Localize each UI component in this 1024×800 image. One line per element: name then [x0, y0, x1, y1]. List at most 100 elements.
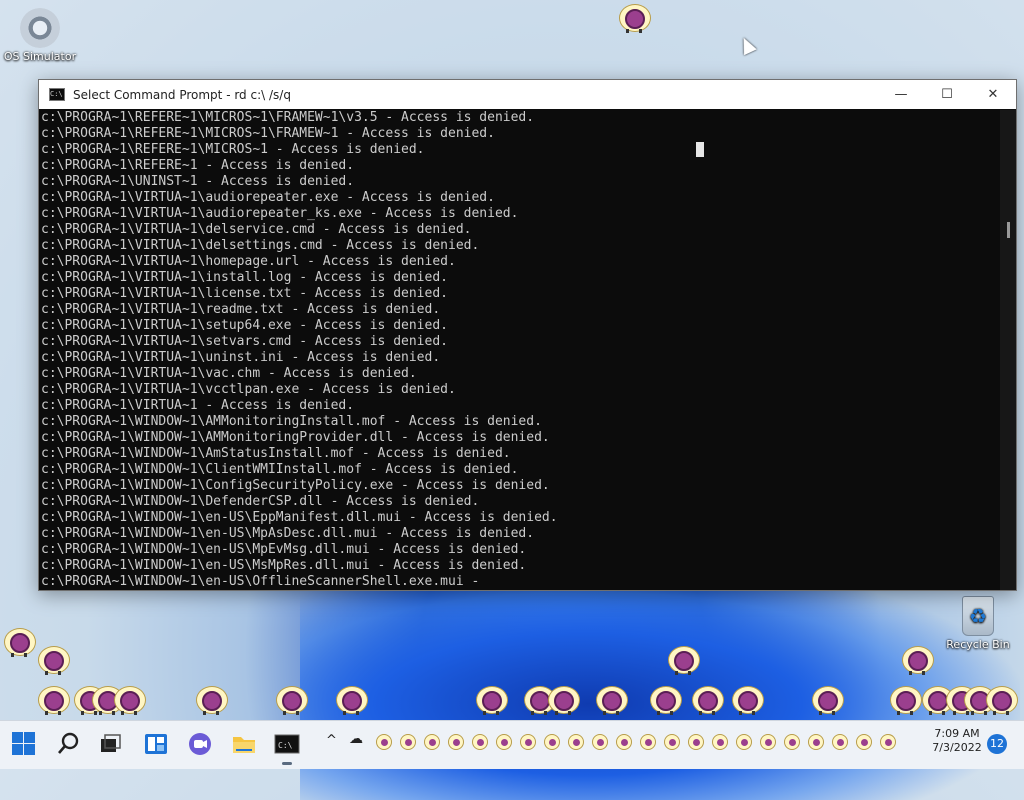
sheep-sprite	[474, 682, 508, 716]
sheep-sprite	[888, 682, 922, 716]
console-line: c:\PROGRA~1\VIRTUA~1\audiorepeater.exe -…	[41, 190, 495, 205]
sheep-sprite	[648, 682, 682, 716]
sheep-tray-icon[interactable]	[448, 734, 464, 750]
start-icon[interactable]	[11, 731, 37, 757]
sheep-tray-icon[interactable]	[376, 734, 392, 750]
console-line: c:\PROGRA~1\REFERE~1\MICROS~1\FRAMEW~1 -…	[41, 126, 495, 141]
console-line: c:\PROGRA~1\VIRTUA~1\audiorepeater_ks.ex…	[41, 206, 519, 221]
sheep-tray-icon[interactable]	[496, 734, 512, 750]
desktop-icon-label: OS Simulator	[3, 50, 77, 63]
console-line: c:\PROGRA~1\UNINST~1 - Access is denied.	[41, 174, 355, 189]
console-line: c:\PROGRA~1\WINDOW~1\en-US\MsMpRes.dll.m…	[41, 558, 527, 573]
console-line: c:\PROGRA~1\WINDOW~1\en-US\OfflineScanne…	[41, 574, 480, 589]
command-prompt-taskbar-button[interactable]: C:\	[274, 731, 300, 765]
sheep-tray-icon[interactable]	[544, 734, 560, 750]
console-line: c:\PROGRA~1\VIRTUA~1 - Access is denied.	[41, 398, 355, 413]
sheep-sprite	[617, 0, 651, 34]
console-line: c:\PROGRA~1\WINDOW~1\AmStatusInstall.mof…	[41, 446, 511, 461]
sheep-tray-icon[interactable]	[472, 734, 488, 750]
console-line: c:\PROGRA~1\REFERE~1\MICROS~1\FRAMEW~1\v…	[41, 110, 535, 125]
console-line: c:\PROGRA~1\VIRTUA~1\setup64.exe - Acces…	[41, 318, 448, 333]
recycle-bin-icon: ♻	[962, 596, 994, 636]
sheep-tray-icon[interactable]	[808, 734, 824, 750]
console-output[interactable]: c:\PROGRA~1\REFERE~1\MICROS~1\FRAMEW~1\v…	[39, 110, 1000, 590]
sheep-sprite	[810, 682, 844, 716]
window-titlebar[interactable]: C:\ Select Command Prompt - rd c:\ /s/q …	[39, 80, 1016, 109]
console-line: c:\PROGRA~1\REFERE~1\MICROS~1 - Access i…	[41, 142, 425, 157]
desktop-icon-recycle-bin[interactable]: ♻ Recycle Bin	[940, 596, 1016, 651]
sheep-sprite	[112, 682, 146, 716]
sheep-tray-icon[interactable]	[712, 734, 728, 750]
scrollbar-thumb[interactable]	[1007, 222, 1010, 238]
sheep-tray-icon[interactable]	[568, 734, 584, 750]
sheep-tray-icon[interactable]	[664, 734, 680, 750]
chat-icon[interactable]	[187, 731, 213, 757]
sheep-sprite	[334, 682, 368, 716]
console-line: c:\PROGRA~1\WINDOW~1\en-US\MpAsDesc.dll.…	[41, 526, 535, 541]
sheep-tray-icon[interactable]	[856, 734, 872, 750]
console-line: c:\PROGRA~1\VIRTUA~1\uninst.ini - Access…	[41, 350, 441, 365]
console-line: c:\PROGRA~1\WINDOW~1\ClientWMIInstall.mo…	[41, 462, 519, 477]
console-line: c:\PROGRA~1\WINDOW~1\DefenderCSP.dll - A…	[41, 494, 480, 509]
console-line: c:\PROGRA~1\VIRTUA~1\homepage.url - Acce…	[41, 254, 456, 269]
desktop-icon-label: Recycle Bin	[946, 638, 1010, 651]
sheep-sprite	[690, 682, 724, 716]
sheep-sprite	[594, 682, 628, 716]
vertical-scrollbar[interactable]	[1000, 110, 1016, 590]
task-view-icon[interactable]	[97, 731, 123, 757]
sheep-sprite	[36, 642, 70, 676]
sheep-tray-icon[interactable]	[424, 734, 440, 750]
svg-text:C:\: C:\	[278, 741, 293, 750]
sheep-sprite	[984, 682, 1018, 716]
console-line: c:\PROGRA~1\VIRTUA~1\install.log - Acces…	[41, 270, 448, 285]
sheep-tray-icon[interactable]	[640, 734, 656, 750]
sheep-sprite	[900, 642, 934, 676]
sheep-tray-icon[interactable]	[880, 734, 896, 750]
console-line: c:\PROGRA~1\VIRTUA~1\setvars.cmd - Acces…	[41, 334, 448, 349]
sheep-tray-icon[interactable]	[592, 734, 608, 750]
minimize-button[interactable]: —	[878, 80, 924, 109]
console-line: c:\PROGRA~1\WINDOW~1\en-US\EppManifest.d…	[41, 510, 558, 525]
file-explorer-icon[interactable]	[231, 731, 257, 757]
desktop-icon-os-simulator[interactable]: OS Simulator	[2, 8, 78, 63]
maximize-button[interactable]: ☐	[924, 80, 970, 109]
sheep-sprite	[2, 624, 36, 658]
onedrive-icon[interactable]: ☁	[349, 731, 363, 747]
console-line: c:\PROGRA~1\REFERE~1 - Access is denied.	[41, 158, 355, 173]
sheep-sprite	[666, 642, 700, 676]
sheep-tray-icon[interactable]	[832, 734, 848, 750]
widgets-icon[interactable]	[143, 731, 169, 757]
sheep-tray-icon[interactable]	[736, 734, 752, 750]
console-line: c:\PROGRA~1\VIRTUA~1\vac.chm - Access is…	[41, 366, 417, 381]
clock-time: 7:09 AM	[934, 727, 980, 740]
close-button[interactable]: ✕	[970, 80, 1016, 109]
console-line: c:\PROGRA~1\VIRTUA~1\delservice.cmd - Ac…	[41, 222, 472, 237]
mouse-pointer-icon	[737, 34, 757, 56]
window-title: Select Command Prompt - rd c:\ /s/q	[73, 87, 291, 102]
gear-icon	[20, 8, 60, 48]
console-line: c:\PROGRA~1\VIRTUA~1\license.txt - Acces…	[41, 286, 448, 301]
sheep-tray-icon[interactable]	[784, 734, 800, 750]
sheep-tray-icon[interactable]	[760, 734, 776, 750]
console-line: c:\PROGRA~1\VIRTUA~1\vcctlpan.exe - Acce…	[41, 382, 456, 397]
show-hidden-icons-button[interactable]: ^	[326, 733, 337, 748]
text-cursor	[696, 142, 704, 157]
console-line: c:\PROGRA~1\WINDOW~1\ConfigSecurityPolic…	[41, 478, 550, 493]
clock-date: 7/3/2022	[932, 741, 982, 754]
sheep-sprite	[546, 682, 580, 716]
sheep-sprite	[274, 682, 308, 716]
search-icon[interactable]	[56, 731, 82, 757]
notification-badge[interactable]: 12	[987, 734, 1007, 754]
console-line: c:\PROGRA~1\WINDOW~1\en-US\MpEvMsg.dll.m…	[41, 542, 527, 557]
command-prompt-icon: C:\	[49, 88, 65, 101]
sheep-sprite	[194, 682, 228, 716]
console-line: c:\PROGRA~1\VIRTUA~1\delsettings.cmd - A…	[41, 238, 480, 253]
sheep-tray-icon[interactable]	[688, 734, 704, 750]
system-clock[interactable]: 7:09 AM 7/3/2022	[924, 727, 990, 755]
command-prompt-window[interactable]: C:\ Select Command Prompt - rd c:\ /s/q …	[38, 79, 1017, 591]
console-line: c:\PROGRA~1\VIRTUA~1\readme.txt - Access…	[41, 302, 441, 317]
sheep-tray-icon[interactable]	[400, 734, 416, 750]
sheep-tray-icon[interactable]	[520, 734, 536, 750]
sheep-tray-icon[interactable]	[616, 734, 632, 750]
console-line: c:\PROGRA~1\WINDOW~1\AMMonitoringInstall…	[41, 414, 542, 429]
